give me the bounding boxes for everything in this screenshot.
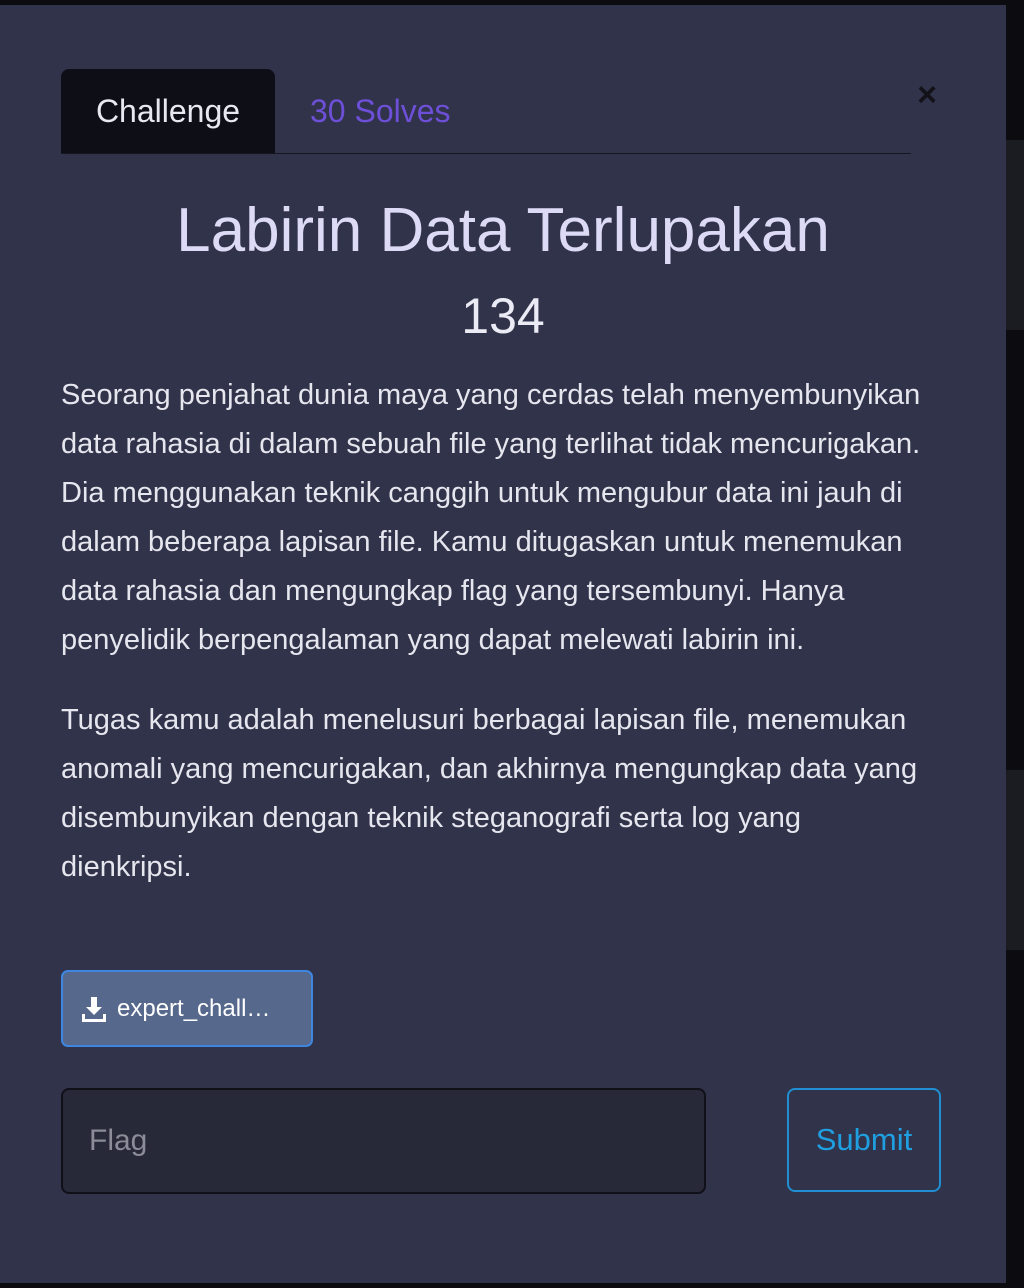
modal-tabs: Challenge 30 Solves <box>61 69 911 154</box>
submit-button[interactable]: Submit <box>787 1088 941 1192</box>
challenge-description: Seorang penjahat dunia maya yang cerdas … <box>61 371 921 892</box>
challenge-modal: Challenge 30 Solves × Labirin Data Terlu… <box>0 5 1006 1283</box>
challenge-title: Labirin Data Terlupakan <box>176 196 830 265</box>
challenge-points: 134 <box>461 288 545 344</box>
description-paragraph: Seorang penjahat dunia maya yang cerdas … <box>61 379 921 656</box>
tab-solves[interactable]: 30 Solves <box>310 69 451 153</box>
download-icon <box>82 996 106 1022</box>
description-paragraph: Tugas kamu adalah menelusuri berbagai la… <box>61 704 918 883</box>
background-edge-strip <box>1006 140 1024 330</box>
tab-challenge[interactable]: Challenge <box>61 69 275 153</box>
close-button[interactable]: × <box>912 75 942 115</box>
file-name-label: expert_chall… <box>117 994 271 1022</box>
flag-input[interactable] <box>61 1088 706 1194</box>
file-download-button[interactable]: expert_chall… <box>61 970 313 1047</box>
background-edge-strip <box>1006 770 1024 950</box>
